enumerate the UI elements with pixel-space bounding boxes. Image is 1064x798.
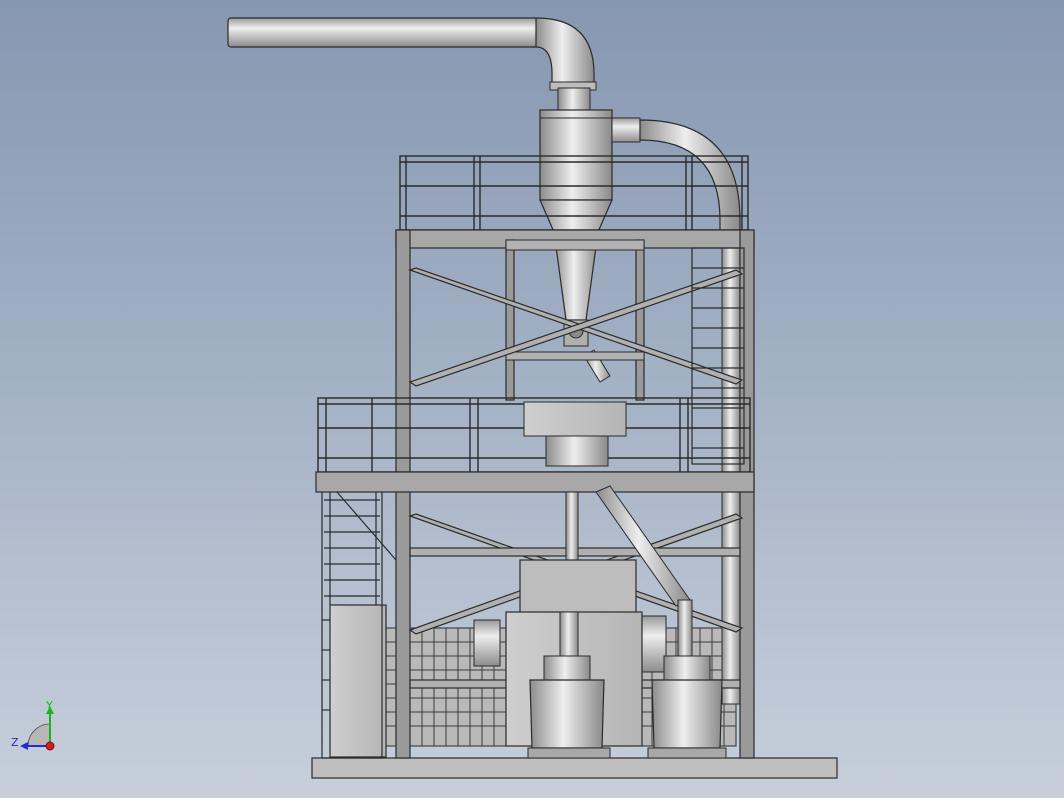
triad-z-arrow [20,742,28,750]
coordinate-triad [20,706,55,751]
exhaust-duct [227,17,597,111]
middle-deck-beam [315,471,755,493]
triad-z-label: Z [11,736,19,749]
plant-model-view[interactable] [0,0,1064,798]
base-plate [311,757,838,779]
triad-y-label: Y [46,699,53,712]
cyclone-support-beam [505,239,645,251]
triad-origin [45,741,55,751]
cad-viewport[interactable]: Y Z [0,0,1064,798]
control-cabinet [329,604,387,758]
cyclone-support-beam [505,351,645,361]
feed-hopper [523,401,627,467]
